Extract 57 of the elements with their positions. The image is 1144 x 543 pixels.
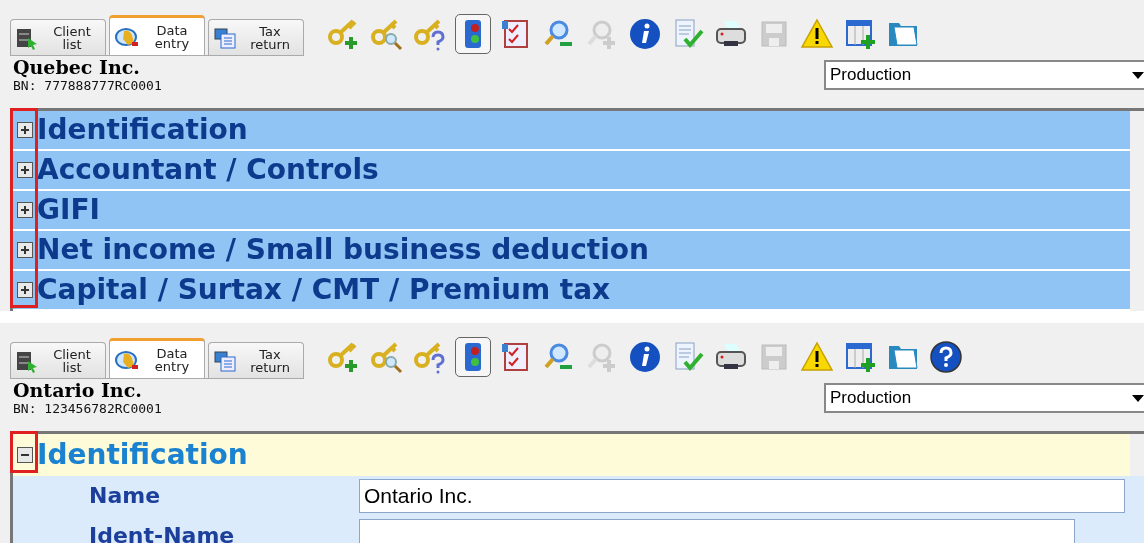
tax-return-icon: [213, 25, 237, 50]
business-number: BN: 123456782RC0001: [13, 401, 162, 417]
field-label: Name: [88, 483, 162, 509]
section-title: Capital / Surtax / CMT / Premium tax: [37, 273, 611, 307]
company-name: Quebec Inc.: [13, 56, 141, 78]
info-icon: [628, 17, 662, 51]
business-number: BN: 777888777RC0001: [13, 78, 162, 94]
tab[interactable]: Data entry: [109, 15, 205, 55]
highlight-frame: [10, 431, 38, 473]
add-table-icon: [843, 17, 877, 51]
environment-dropdown[interactable]: Production: [824, 383, 1144, 413]
text-field[interactable]: Ontario Inc.: [359, 479, 1125, 513]
section-header[interactable]: Accountant / Controls: [13, 151, 1130, 191]
section-title: GIFI: [37, 193, 100, 227]
section-title: Identification: [37, 438, 248, 472]
tab[interactable]: Data entry: [109, 338, 205, 378]
tab[interactable]: Client list: [10, 342, 106, 378]
warning-icon: [800, 17, 834, 51]
expand-button[interactable]: [17, 282, 33, 298]
plus-icon: [20, 285, 30, 295]
plus-icon: [20, 165, 30, 175]
warning-icon: [800, 340, 834, 374]
field-label: Ident-Name: [88, 523, 236, 543]
dropdown-arrow-icon: [1132, 71, 1144, 79]
traffic-light-button[interactable]: [455, 14, 491, 54]
section-header[interactable]: GIFI: [13, 191, 1130, 231]
expand-button[interactable]: [17, 242, 33, 258]
company-name: Ontario Inc.: [13, 379, 143, 401]
key-question-icon: [413, 17, 447, 51]
plus-icon: [20, 205, 30, 215]
section-header[interactable]: Identification: [13, 111, 1130, 151]
plus-icon: [20, 125, 30, 135]
text-field[interactable]: [359, 519, 1075, 543]
info-icon: [628, 340, 662, 374]
expand-button[interactable]: [17, 202, 33, 218]
environment-dropdown[interactable]: Production: [824, 60, 1144, 90]
key-search-icon: [370, 17, 404, 51]
tab[interactable]: Tax return: [208, 19, 304, 55]
tab[interactable]: Tax return: [208, 342, 304, 378]
key-search-icon: [370, 340, 404, 374]
plus-icon: [20, 245, 30, 255]
help-icon: [929, 340, 963, 374]
collapse-button[interactable]: [17, 447, 33, 463]
expand-button[interactable]: [17, 122, 33, 138]
add-table-icon: [843, 340, 877, 374]
section-title: Accountant / Controls: [37, 153, 379, 187]
key-question-icon: [413, 340, 447, 374]
tab[interactable]: Client list: [10, 19, 106, 55]
section-title: Identification: [37, 113, 248, 147]
tax-return-icon: [213, 348, 237, 373]
section-header[interactable]: Net income / Small business deduction: [13, 231, 1130, 271]
section-header[interactable]: Identification: [13, 434, 1130, 476]
section-title: Net income / Small business deduction: [37, 233, 649, 267]
section-header[interactable]: Capital / Surtax / CMT / Premium tax: [13, 271, 1130, 311]
dropdown-arrow-icon: [1132, 394, 1144, 402]
expand-button[interactable]: [17, 162, 33, 178]
traffic-light-button[interactable]: [455, 337, 491, 377]
